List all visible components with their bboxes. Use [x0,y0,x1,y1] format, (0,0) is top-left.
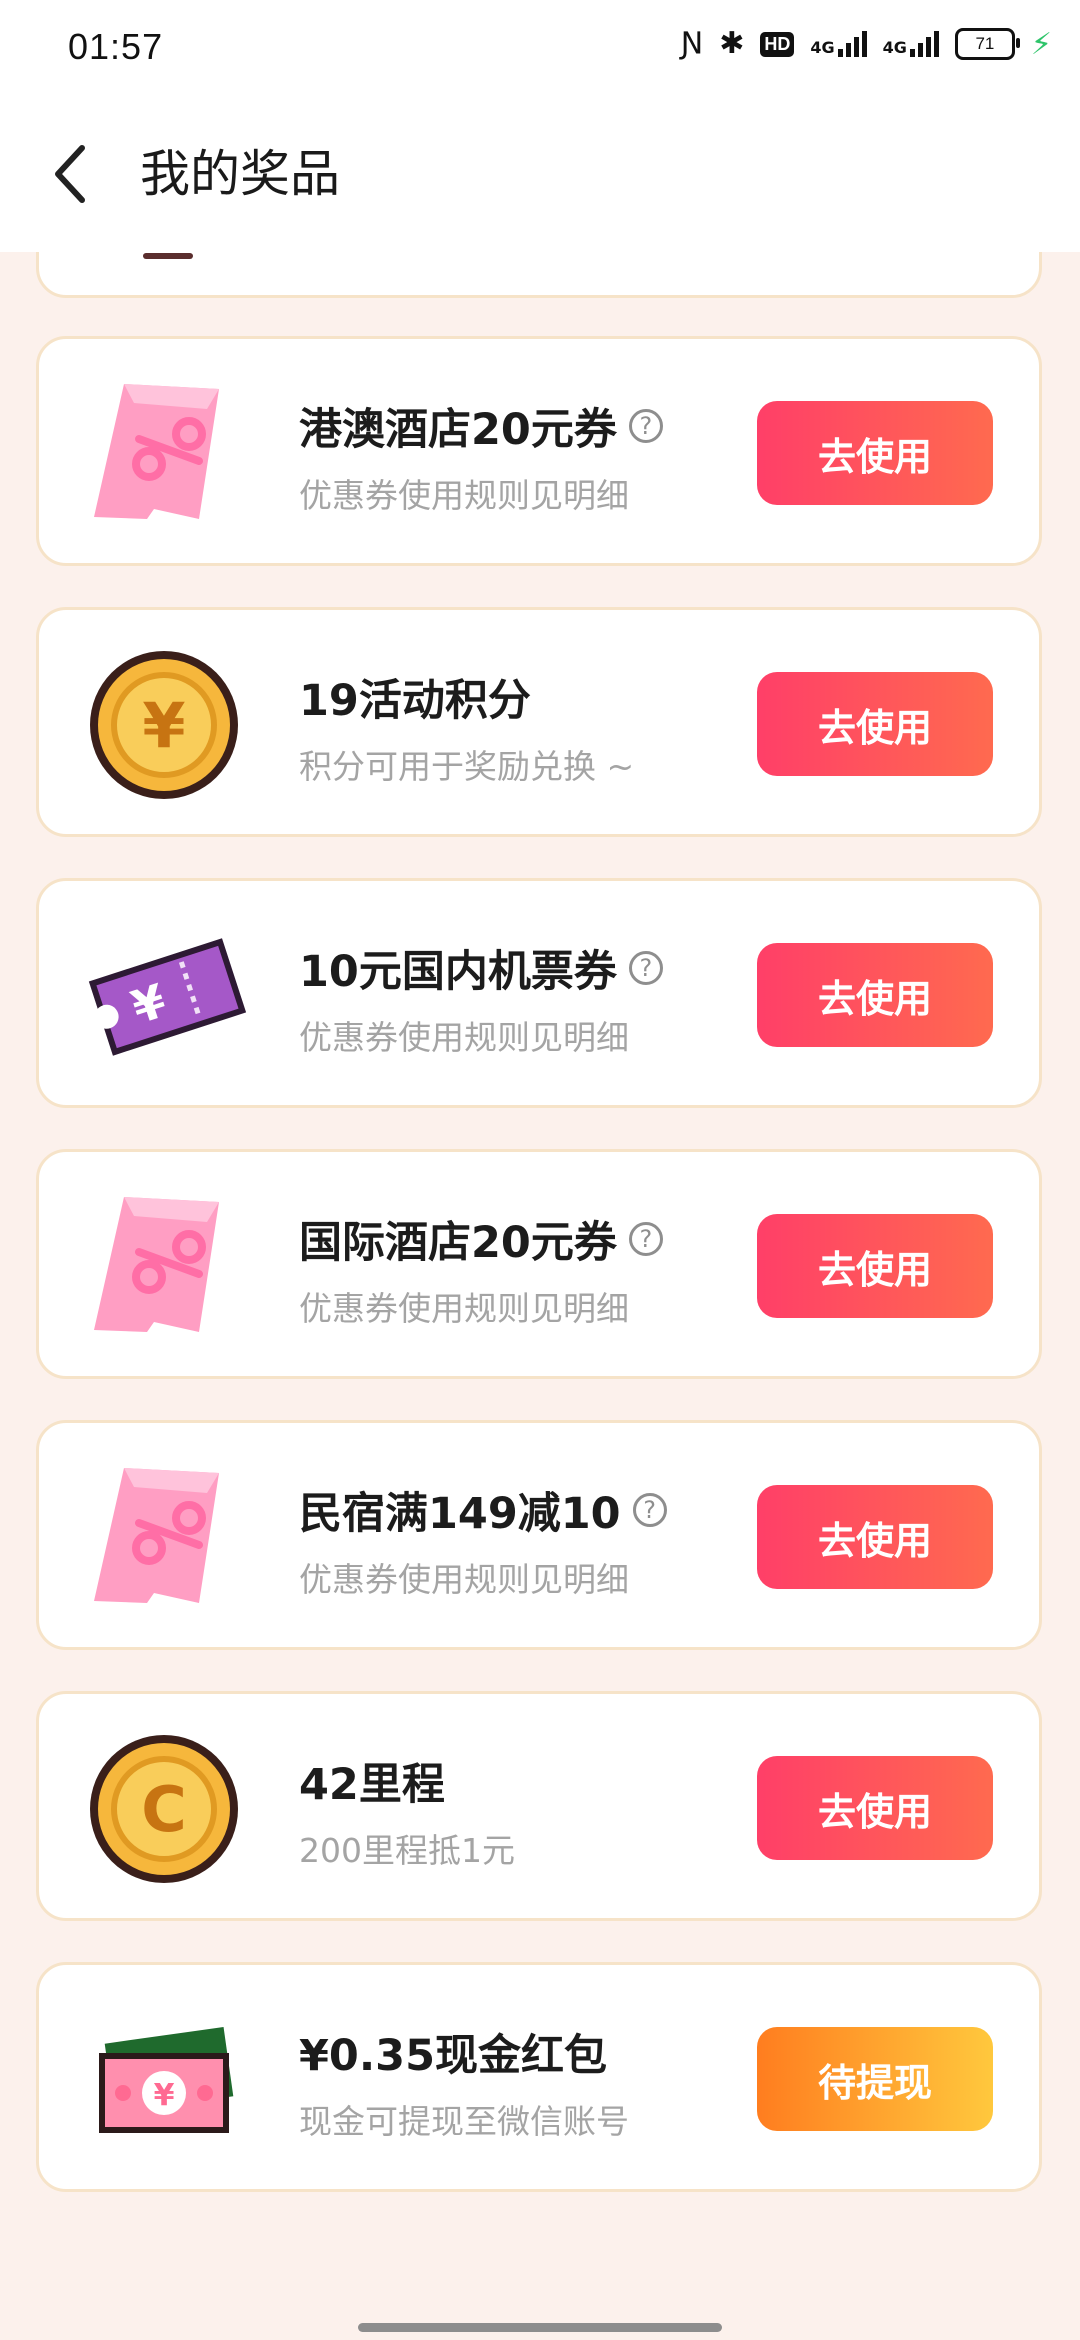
prize-name-text: 42里程 [299,1760,445,1810]
prize-name: 19活动积分 [299,666,531,728]
back-button[interactable] [40,142,100,206]
help-icon[interactable]: ? [628,409,663,443]
withdraw-button[interactable]: 待提现 [757,2027,993,2131]
prize-card: C 42里程 200里程抵1元 去使用 [36,1691,1042,1921]
yuan-coin-icon: ¥ [79,640,249,810]
discount-ticket-icon [79,1182,249,1352]
use-button[interactable]: 去使用 [757,1214,993,1318]
prize-name-text: 民宿满149减10 [299,1489,621,1539]
prize-name-text: 国际酒店20元券 [299,1218,617,1268]
prize-card: ¥ ¥0.35现金红包 现金可提现至微信账号 待提现 [36,1962,1042,2192]
chevron-left-icon [55,145,85,203]
prize-name-text: 10元国内机票券 [299,947,617,997]
prize-desc: 优惠券使用规则见明细 [299,1018,629,1057]
discount-ticket-icon [79,369,249,539]
svg-text:¥: ¥ [142,689,185,762]
prize-desc: 优惠券使用规则见明细 [299,1560,629,1599]
use-button[interactable]: 去使用 [757,672,993,776]
signal-1-icon: 4G [810,31,867,57]
use-button[interactable]: 去使用 [757,1485,993,1589]
help-icon[interactable]: ? [632,1493,667,1527]
prize-name-text: ¥0.35现金红包 [299,2031,608,2081]
prize-name: ¥0.35现金红包 [299,2021,607,2083]
network-type-1: 4G [810,38,835,57]
battery-icon: 71 [954,28,1020,60]
prize-name: 民宿满149减10 ? [299,1479,667,1541]
prize-name: 10元国内机票券 ? [299,937,663,999]
prize-name-text: 港澳酒店20元券 [299,405,617,455]
nfc-icon: Ɲ [680,26,704,61]
use-button[interactable]: 去使用 [757,1756,993,1860]
discount-ticket-icon [79,1453,249,1623]
prize-name: 国际酒店20元券 ? [299,1208,663,1270]
prize-desc: 200里程抵1元 [299,1831,515,1870]
prize-card: 国际酒店20元券 ? 优惠券使用规则见明细 去使用 [36,1149,1042,1379]
flight-ticket-icon: ¥ [79,911,249,1081]
prize-name: 42里程 [299,1750,445,1812]
mileage-coin-icon: C [79,1724,249,1894]
prize-card: ¥ 10元国内机票券 ? 优惠券使用规则见明细 去使用 [36,878,1042,1108]
prize-name: 港澳酒店20元券 ? [299,395,663,457]
help-icon[interactable]: ? [628,951,663,985]
status-bar: 01:57 Ɲ ✱ HD 4G 4G 71 ⚡ [0,0,1080,96]
use-button[interactable]: 去使用 [757,943,993,1047]
card-fragment [143,253,193,259]
prize-desc: 优惠券使用规则见明细 [299,476,629,515]
svg-text:C: C [141,1773,187,1846]
top-nav-bar: 我的奖品 [0,96,1080,252]
cash-bill-icon: ¥ [79,1995,249,2165]
prize-card: 港澳酒店20元券 ? 优惠券使用规则见明细 去使用 [36,336,1042,566]
use-button[interactable]: 去使用 [757,401,993,505]
charging-icon: ⚡ [1030,26,1052,62]
bluetooth-icon: ✱ [719,26,745,61]
prize-desc: 优惠券使用规则见明细 [299,1289,629,1328]
hd-voice-badge: HD [760,31,795,57]
help-icon[interactable]: ? [628,1222,663,1256]
battery-level: 71 [975,34,995,53]
prize-name-text: 19活动积分 [299,676,531,726]
prize-card: ¥ 19活动积分 积分可用于奖励兑换 ~ 去使用 [36,607,1042,837]
prize-card: 民宿满149减10 ? 优惠券使用规则见明细 去使用 [36,1420,1042,1650]
page-title: 我的奖品 [140,145,340,203]
prize-desc: 积分可用于奖励兑换 ~ [299,747,635,786]
prize-desc: 现金可提现至微信账号 [299,2102,629,2141]
status-icons: Ɲ ✱ HD 4G 4G 71 ⚡ [681,26,1052,62]
svg-text:¥: ¥ [154,2078,175,2113]
status-time: 01:57 [68,26,164,67]
network-type-2: 4G [882,38,907,57]
home-indicator[interactable] [358,2323,722,2332]
signal-2-icon: 4G [883,31,939,57]
